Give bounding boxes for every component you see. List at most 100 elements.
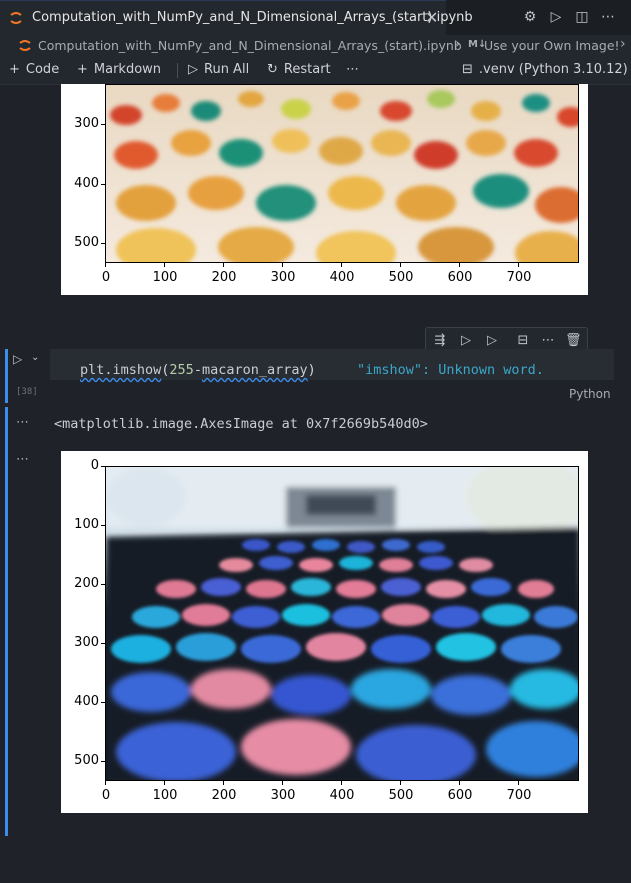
editor-tab-bar: Computation_with_NumPy_and_N_Dimensional… [0,0,631,35]
x-tick-mark [518,781,519,785]
x-tick-mark [223,263,224,267]
y-tick-mark [101,184,105,185]
x-tick-mark [341,781,342,785]
x-tick-label: 0 [101,270,111,285]
run-cell-button[interactable]: ▷ [13,352,22,366]
delete-cell-icon[interactable]: 🗑 [565,333,582,348]
y-tick-label: 300 [74,635,99,650]
x-tick-label: 500 [388,788,414,803]
x-tick-mark [400,263,401,267]
add-markdown-button[interactable]: + Markdown [77,62,161,77]
x-tick-label: 100 [152,788,178,803]
output-menu-icon[interactable]: ⋯ [16,415,29,430]
x-tick-label: 600 [447,270,473,285]
kernel-icon: ⊟ [462,62,473,77]
x-tick-label: 400 [329,788,355,803]
execute-above-icon[interactable]: ▷ [458,333,474,348]
plus-icon: + [77,62,88,77]
y-tick-mark [101,525,105,526]
x-tick-mark [223,781,224,785]
x-tick-label: 200 [211,788,237,803]
run-all-button[interactable]: ▷ Run All [188,62,249,77]
jupyter-icon [19,40,31,51]
output-focus-indicator [5,407,8,836]
x-tick-mark [105,781,106,785]
inverted-macaron-photo [106,467,578,780]
x-tick-mark [105,263,106,267]
add-code-button[interactable]: + Code [9,62,59,77]
x-tick-label: 600 [447,788,473,803]
x-tick-label: 700 [506,270,532,285]
jupyter-icon [10,12,22,24]
y-tick-label: 200 [74,576,99,591]
y-tick-mark [101,761,105,762]
x-tick-mark [282,781,283,785]
x-tick-mark [459,263,460,267]
y-tick-label: 300 [74,116,99,131]
x-tick-label: 100 [152,270,178,285]
inline-diagnostic: "imshow": Unknown word. [357,362,544,378]
cell-focus-indicator [5,349,8,403]
x-tick-label: 300 [270,270,296,285]
x-tick-label: 300 [270,788,296,803]
cell-language[interactable]: Python [569,387,611,401]
toolbar-more-button[interactable]: ⋯ [346,62,359,77]
restart-button[interactable]: ↻ Restart [267,62,331,77]
notebook-toolbar: + Code + Markdown ▷ Run All ↻ Restart ⋯ ⊟ .ve… [0,57,631,85]
y-tick-label: 400 [74,176,99,191]
y-tick-mark [101,584,105,585]
y-tick-mark [101,124,105,125]
y-tick-mark [101,243,105,244]
run-all-icon: ▷ [188,62,198,77]
x-tick-label: 200 [211,270,237,285]
x-tick-mark [459,781,460,785]
y-tick-label: 400 [74,694,99,709]
output-figure: 300 400 500 0 100 200 300 400 500 600 70… [61,84,588,295]
inverted-macaron-image [105,466,579,781]
gear-icon[interactable]: ⚙ [522,9,538,25]
split-cell-icon[interactable]: ⊟ [515,333,531,348]
run-icon[interactable]: ▷ [548,9,564,25]
chevron-down-icon[interactable]: ⌄ [31,352,39,363]
y-tick-label: 0 [90,458,99,473]
x-tick-mark [341,263,342,267]
y-tick-mark [101,643,105,644]
output-text: <matplotlib.image.AxesImage at 0x7f2669b… [54,416,428,432]
x-tick-label: 500 [388,270,414,285]
kernel-picker[interactable]: ⊟ .venv (Python 3.10.12) [462,62,628,77]
macaron-image [105,84,579,263]
plus-icon: + [9,62,20,77]
y-tick-label: 100 [74,517,99,532]
notebook-tab[interactable]: Computation_with_NumPy_and_N_Dimensional… [0,0,473,35]
output-menu-icon[interactable]: ⋯ [16,452,29,467]
x-tick-label: 400 [329,270,355,285]
breadcrumb: Computation_with_NumPy_and_N_Dimensional… [0,35,631,57]
more-actions-icon[interactable]: ⋯ [600,9,616,25]
macaron-photo [106,85,578,262]
x-tick-mark [518,263,519,267]
code-line[interactable]: plt.imshow(255-macaron_array) [80,362,316,378]
split-editor-icon[interactable]: ◫ [574,9,590,25]
x-tick-mark [164,263,165,267]
y-tick-mark [101,702,105,703]
x-tick-mark [164,781,165,785]
run-by-line-icon[interactable]: ⇶ [432,333,448,348]
close-icon[interactable]: ✕ [425,8,438,27]
x-tick-mark [400,781,401,785]
y-tick-label: 500 [74,235,99,250]
y-tick-mark [101,466,105,467]
toolbar-divider [177,63,178,78]
chevron-right-icon: › [455,36,461,52]
x-tick-label: 700 [506,788,532,803]
y-tick-label: 500 [74,753,99,768]
x-tick-mark [282,263,283,267]
chevron-right-icon: › [620,36,626,52]
more-actions-icon[interactable]: ⋯ [540,333,556,348]
execute-below-icon[interactable]: ▷ [484,333,500,348]
tab-title: Computation_with_NumPy_and_N_Dimensional… [32,10,473,25]
restart-icon: ↻ [267,62,278,77]
output-figure: 0 100 200 300 400 500 0 100 200 300 400 … [61,451,588,813]
breadcrumb-section[interactable]: Use your Own Image! [484,38,620,53]
breadcrumb-file[interactable]: Computation_with_NumPy_and_N_Dimensional… [38,38,462,53]
x-tick-label: 0 [101,788,111,803]
